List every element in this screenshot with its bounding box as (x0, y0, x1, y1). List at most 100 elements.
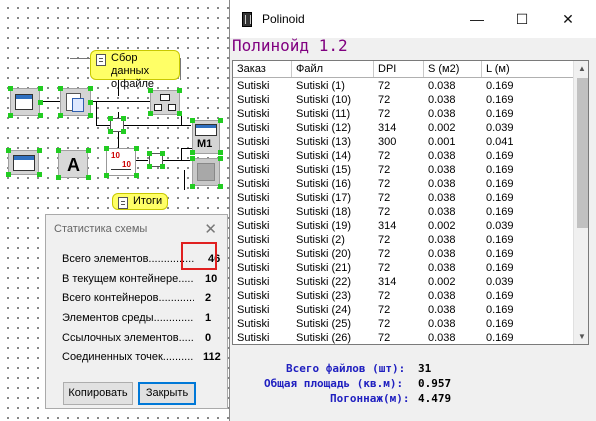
polinoid-window[interactable]: Polinoid — ☐ ✕ Полинойд 1.2 Заказ Файл D… (229, 0, 596, 421)
table-cell: 0.169 (486, 164, 514, 176)
text-node[interactable]: A (58, 150, 88, 178)
table-cell: Sutiski (19) (296, 220, 352, 232)
table-cell: Sutiski (14) (296, 150, 352, 162)
table-cell: Sutiski (237, 94, 270, 106)
table-cell: Sutiski (11) (296, 108, 351, 120)
calc-node[interactable]: 10 10 (106, 148, 136, 176)
table-cell: 0.038 (428, 178, 456, 190)
table-row[interactable]: Sutiski Sutiski (22) 314 0.002 0.039 (233, 275, 573, 289)
table-cell: 0.038 (428, 164, 456, 176)
close-icon[interactable]: ✕ (204, 220, 217, 238)
table-row[interactable]: Sutiski Sutiski (24) 72 0.038 0.169 (233, 303, 573, 317)
stat-label: Соединенных точек............... (62, 351, 194, 363)
table-cell: Sutiski (13) (296, 136, 352, 148)
polinoid-titlebar[interactable]: Polinoid — ☐ ✕ (230, 0, 596, 38)
scroll-down-icon[interactable]: ▼ (574, 329, 588, 344)
table-row[interactable]: Sutiski Sutiski (14) 72 0.038 0.169 (233, 149, 573, 163)
table-row[interactable]: Sutiski Sutiski (2) 72 0.038 0.169 (233, 233, 573, 247)
col-dpi[interactable]: DPI (374, 61, 424, 77)
table-cell: 72 (378, 332, 391, 344)
close-window-button[interactable]: ✕ (545, 4, 591, 34)
col-file[interactable]: Файл (292, 61, 374, 77)
app-heading: Полинойд 1.2 (232, 36, 348, 55)
table-cell: 72 (378, 304, 391, 316)
vertical-scrollbar[interactable]: ▲ ▼ (573, 61, 588, 344)
table-cell: 0.038 (428, 304, 456, 316)
table-cell: 0.039 (486, 220, 514, 232)
file-info-node[interactable] (60, 88, 91, 116)
gray-output-node[interactable] (192, 158, 220, 186)
text-glyph: A (67, 155, 80, 175)
table-row[interactable]: Sutiski Sutiski (25) 72 0.038 0.169 (233, 317, 573, 331)
table-cell: 0.001 (428, 136, 456, 148)
hierarchy-icon (160, 94, 170, 101)
table-cell: 0.169 (486, 234, 514, 246)
col-length[interactable]: L (м) (482, 61, 573, 77)
summary-area-label: Общая площадь (кв.м): (264, 377, 404, 390)
table-cell: 72 (378, 192, 391, 204)
col-order[interactable]: Заказ (233, 61, 292, 77)
scroll-thumb[interactable] (577, 78, 588, 228)
copy-button[interactable]: Копировать (63, 382, 133, 405)
table-row[interactable]: Sutiski Sutiski (26) 72 0.038 0.169 (233, 331, 573, 344)
table-cell: Sutiski (237, 220, 270, 232)
statistics-titlebar[interactable]: Статистика схемы ✕ (46, 215, 227, 243)
table-row[interactable]: Sutiski Sutiski (12) 314 0.002 0.039 (233, 121, 573, 135)
table-cell: Sutiski (237, 262, 270, 274)
wire (181, 148, 182, 160)
table-cell: 72 (378, 290, 391, 302)
window-cursor-icon (15, 94, 33, 110)
wire (180, 58, 181, 80)
table-cell: 0.038 (428, 94, 456, 106)
summary-files-label: Всего файлов (шт): (286, 362, 406, 375)
table-row[interactable]: Sutiski Sutiski (15) 72 0.038 0.169 (233, 163, 573, 177)
table-cell: 72 (378, 178, 391, 190)
table-row[interactable]: Sutiski Sutiski (1) 72 0.038 0.169 (233, 79, 573, 93)
maximize-button[interactable]: ☐ (499, 4, 545, 34)
table-row[interactable]: Sutiski Sutiski (16) 72 0.038 0.169 (233, 177, 573, 191)
table-row[interactable]: Sutiski Sutiski (10) 72 0.038 0.169 (233, 93, 573, 107)
files-table[interactable]: Заказ Файл DPI S (м2) L (м) Sutiski Sutis… (232, 60, 589, 345)
wire (96, 101, 97, 125)
table-cell: Sutiski (1) (296, 80, 345, 92)
output-node[interactable]: M1 (192, 120, 220, 154)
table-cell: Sutiski (237, 206, 270, 218)
table-cell: Sutiski (10) (296, 94, 352, 106)
scroll-up-icon[interactable]: ▲ (574, 61, 588, 77)
table-cell: 0.169 (486, 248, 514, 260)
minimize-button[interactable]: — (454, 4, 500, 34)
note-collect-data[interactable]: Сбор данных о файле (90, 50, 180, 90)
table-row[interactable]: Sutiski Sutiski (23) 72 0.038 0.169 (233, 289, 573, 303)
summary-length-value: 4.479 (418, 392, 452, 405)
table-row[interactable]: Sutiski Sutiski (11) 72 0.038 0.169 (233, 107, 573, 121)
table-row[interactable]: Sutiski Sutiski (13) 300 0.001 0.041 (233, 135, 573, 149)
note-totals[interactable]: Итоги (112, 193, 168, 210)
table-row[interactable]: Sutiski Sutiski (20) 72 0.038 0.169 (233, 247, 573, 261)
window-node[interactable] (8, 150, 39, 175)
table-row[interactable]: Sutiski Sutiski (17) 72 0.038 0.169 (233, 191, 573, 205)
table-row[interactable]: Sutiski Sutiski (21) 72 0.038 0.169 (233, 261, 573, 275)
table-cell: Sutiski (237, 276, 270, 288)
hierarchy-node[interactable] (150, 90, 180, 115)
table-cell: Sutiski (23) (296, 290, 352, 302)
app-icon (242, 12, 252, 27)
table-cell: Sutiski (16) (296, 178, 352, 190)
statistics-dialog[interactable]: Статистика схемы ✕ Всего элементов......… (45, 214, 228, 409)
table-row[interactable]: Sutiski Sutiski (19) 314 0.002 0.039 (233, 219, 573, 233)
square-icon (197, 163, 215, 181)
table-cell: 0.169 (486, 290, 514, 302)
stat-value: 112 (203, 351, 221, 363)
close-button[interactable]: Закрыть (138, 382, 196, 405)
table-cell: Sutiski (26) (296, 332, 352, 344)
table-cell: 314 (378, 276, 397, 288)
table-cell: Sutiski (237, 178, 270, 190)
table-cell: Sutiski (22) (296, 276, 352, 288)
note-totals-label: Итоги (133, 195, 163, 207)
col-area[interactable]: S (м2) (424, 61, 482, 77)
table-cell: Sutiski (20) (296, 248, 352, 260)
table-cell: Sutiski (237, 122, 270, 134)
table-cell: Sutiski (237, 108, 270, 120)
table-row[interactable]: Sutiski Sutiski (18) 72 0.038 0.169 (233, 205, 573, 219)
file-source-node[interactable] (10, 88, 40, 116)
table-cell: 0.038 (428, 234, 456, 246)
